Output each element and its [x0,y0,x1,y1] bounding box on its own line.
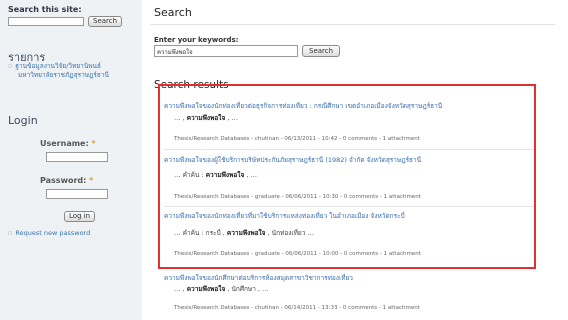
bullet-icon: ▫ [8,229,13,237]
login-title: Login [8,114,38,127]
result-snippet: … , ความพึงพอใจ , นักศึกษา , … [174,284,269,294]
snippet-keyword: ความพึงพอใจ [186,285,226,293]
password-label-text: Password: [40,176,87,185]
request-password-label: Request new password [15,229,91,237]
sidebar-link-thesis-db[interactable]: ▫ ฐานข้อมูลงานวิจัย/วิทยานิพนธ์ มหาวิทยาล… [8,62,109,80]
snippet-text: , นักศึกษา , … [225,285,269,293]
divider [150,24,555,25]
username-input[interactable] [46,152,108,162]
password-label: Password: * [40,176,93,185]
username-label-text: Username: [40,139,89,148]
snippet-text: … , [174,285,187,293]
keywords-label: Enter your keywords: [154,36,239,44]
page-title: Search [154,6,192,19]
site-search-input[interactable] [8,17,84,26]
search-button[interactable]: Search [302,45,341,57]
username-label: Username: * [40,139,96,148]
sidebar-link-label: ฐานข้อมูลงานวิจัย/วิทยานิพนธ์ [15,62,101,70]
site-search-button[interactable]: Search [88,16,123,27]
required-mark: * [89,176,94,185]
sidebar-link-label: มหาวิทยาลัยราชภัฏสุราษฎร์ธานี [18,71,109,79]
highlight-box [158,84,536,269]
request-password-link[interactable]: ▫ Request new password [8,229,90,238]
password-input[interactable] [46,189,108,199]
sidebar: Search this site: Search รายการ ▫ ฐานข้อม… [0,0,142,320]
login-button[interactable]: Log in [64,211,96,222]
required-mark: * [91,139,96,148]
result-meta: Thesis/Research Databases - chutinan - 0… [174,305,420,311]
keywords-input[interactable]: ความพึงพอใจ [154,45,298,57]
bullet-icon: ▫ [8,62,13,70]
result-title-link[interactable]: ความพึงพอใจของนักศึกษาต่อบริการห้องสมุดส… [164,273,353,283]
site-search-label: Search this site: [8,5,82,14]
